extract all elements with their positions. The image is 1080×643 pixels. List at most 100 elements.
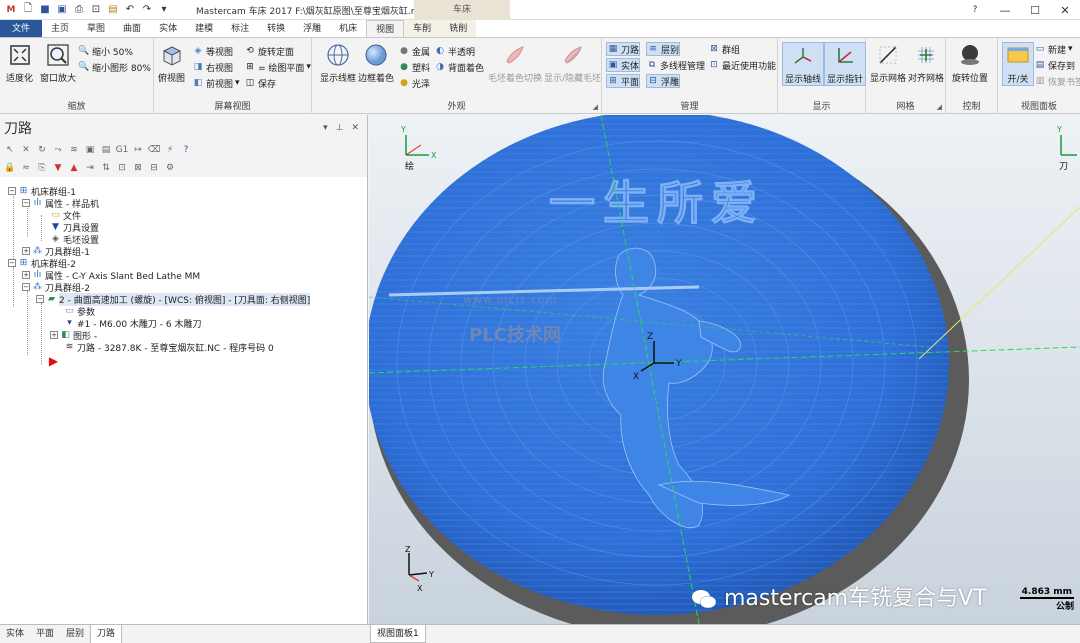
tree-node-toolpath[interactable]: ≋ 刀路 - 3287.8K - 至尊宝烟灰缸.NC - 程序号码 0 [64, 341, 274, 354]
translucent-button[interactable]: ◐ 半透明 [434, 44, 475, 58]
toggle-post-icon[interactable]: ⎘ [36, 162, 48, 174]
deselect-icon[interactable]: ✕ [20, 144, 32, 156]
new-viewsheet-button[interactable]: ▭ 新建 ▾ [1034, 42, 1073, 56]
tree-node-properties-2[interactable]: + ılı 属性 - C-Y Axis Slant Bed Lathe MM [22, 269, 200, 282]
tree-node-operation-2[interactable]: − ▰ 2 - 曲面高速加工 (螺旋) - [WCS: 俯视图] - [刀具面:… [36, 292, 311, 306]
toggle-display-icon[interactable]: ≈ [20, 162, 32, 174]
tab-toolpaths-manager[interactable]: 刀路 [90, 624, 123, 643]
panel-close-icon[interactable]: ✕ [351, 123, 359, 133]
tab-machine[interactable]: 机床 [330, 20, 366, 37]
tree-node-properties-1[interactable]: − ılı 属性 - 样品机 [22, 197, 99, 210]
expand-icon[interactable]: + [50, 331, 58, 339]
insert-arrow-icon[interactable]: ⇥ [84, 162, 96, 174]
level-manager-toggle[interactable]: ≡ 层别 [646, 42, 681, 56]
rotate-position-button[interactable]: 旋转位置 [952, 42, 988, 84]
print-icon[interactable]: ⎙ [72, 3, 86, 17]
group-manager-button[interactable]: ⊠ 群组 [708, 42, 740, 56]
relief-manager-toggle[interactable]: ⊟ 浮雕 [646, 74, 681, 88]
single-op-icon[interactable]: ⊡ [116, 162, 128, 174]
collapse-icon[interactable]: − [8, 187, 16, 195]
undo-icon[interactable]: ↶ [123, 3, 137, 17]
rotate-plane-button[interactable]: ⟲ 旋转定面 [244, 44, 294, 58]
tree-node-files[interactable]: ▭ 文件 [50, 209, 81, 222]
tree-node-parameters[interactable]: ▭ 参数 [64, 305, 95, 318]
toolpath-manager-toggle[interactable]: ▦ 刀路 [606, 42, 641, 56]
customize-qat-icon[interactable]: ▾ [157, 3, 171, 17]
expand-icon[interactable]: + [22, 247, 30, 255]
insert-arrow[interactable]: ▶ [48, 354, 59, 368]
maximize-button[interactable]: ☐ [1020, 0, 1050, 20]
highfeed-icon[interactable]: ↦ [132, 144, 144, 156]
stock-shade-toggle-button[interactable]: 毛坯着色切换 [488, 42, 542, 84]
pin-icon[interactable]: ⊥ [336, 123, 344, 133]
graphics-viewport[interactable]: 一生所爱 Z Y X Y X 绘 Y 刀 Z Y X www.plcjs.com… [369, 115, 1080, 624]
expand-icon[interactable]: + [22, 271, 30, 279]
tab-turning[interactable]: 车削 [404, 20, 441, 37]
settings-icon[interactable]: ⚙ [164, 162, 176, 174]
shrink-50-button[interactable]: 🔍 缩小 50% [78, 44, 132, 58]
tab-dimension[interactable]: 标注 [222, 20, 258, 37]
dialog-launcher-icon[interactable]: ◢ [937, 103, 942, 111]
show-grid-button[interactable]: 显示网格 [870, 42, 906, 84]
verify-icon[interactable]: ▣ [84, 144, 96, 156]
tab-file[interactable]: 文件 [0, 20, 43, 37]
window-zoom-button[interactable]: 窗口放大 [40, 42, 76, 84]
export-icon[interactable]: ▤ [106, 3, 120, 17]
metal-button[interactable]: ● 金属 [398, 44, 430, 58]
collapse-icon[interactable]: − [22, 199, 30, 207]
tab-sketch[interactable]: 草图 [78, 20, 114, 37]
recent-functions-button[interactable]: ⊡ 最近使用功能 [708, 58, 776, 72]
redo-icon[interactable]: ↷ [140, 3, 154, 17]
viewsheet-toggle-button[interactable]: 开/关 [1002, 42, 1034, 86]
delete-ops-icon[interactable]: ⌫ [148, 144, 161, 156]
back-shade-button[interactable]: ◑ 背面着色 [434, 60, 484, 74]
viewsheet-tab-1[interactable]: 视图面板1 [370, 625, 426, 643]
tree-node-machine-group-2[interactable]: − ⊞ 机床群组-2 [8, 257, 76, 270]
tree-node-toolpath-group-1[interactable]: + ⁂ 刀具群组-1 [22, 245, 90, 258]
panel-menu-icon[interactable]: ▾ [323, 123, 328, 133]
machine-sim-icon[interactable]: ⊟ [148, 162, 160, 174]
tree-node-tool-settings[interactable]: ▼ 刀具设置 [50, 221, 99, 234]
lock-toggle-icon[interactable]: ⚡ [164, 144, 176, 156]
tab-relief[interactable]: 浮雕 [294, 20, 330, 37]
tab-solid[interactable]: 实体 [150, 20, 186, 37]
print-preview-icon[interactable]: ⊡ [89, 3, 103, 17]
collapse-icon[interactable]: − [36, 295, 44, 303]
show-gnomon-button[interactable]: 显示指针 [824, 42, 867, 86]
select-all-icon[interactable]: ↖ [4, 144, 16, 156]
tab-surface[interactable]: 曲面 [114, 20, 150, 37]
save-to-button[interactable]: ▤ 保存到 [1034, 58, 1075, 72]
tree-node-tool[interactable]: ▾ #1 - M6.00 木雕刀 - 6 木雕刀 [64, 317, 201, 330]
close-button[interactable]: ✕ [1050, 0, 1080, 20]
dialog-launcher-icon[interactable]: ◢ [593, 103, 598, 111]
tab-view[interactable]: 视图 [366, 20, 405, 37]
tree-node-toolpath-group-2[interactable]: − ⁂ 刀具群组-2 [22, 281, 90, 294]
snap-grid-button[interactable]: 对齐网格 [908, 42, 944, 84]
backplot-icon[interactable]: ≋ [68, 144, 80, 156]
show-axes-button[interactable]: 显示轴线 [782, 42, 825, 86]
minimize-button[interactable]: — [990, 0, 1020, 20]
move-up-icon[interactable]: ▲ [68, 162, 80, 174]
simulate-icon[interactable]: ▤ [100, 144, 112, 156]
gloss-button[interactable]: ● 光泽 [398, 76, 430, 90]
tab-model[interactable]: 建模 [186, 20, 222, 37]
solid-manager-toggle[interactable]: ▣ 实体 [606, 58, 641, 72]
collapse-icon[interactable]: − [22, 283, 30, 291]
collapse-icon[interactable]: − [8, 259, 16, 267]
mark-icon[interactable]: ⊠ [132, 162, 144, 174]
tab-home[interactable]: 主页 [42, 20, 78, 37]
tree-node-stock-setup[interactable]: ◈ 毛坯设置 [50, 233, 99, 246]
plane-manager-toggle[interactable]: ⊞ 平面 [606, 74, 641, 88]
tree-node-machine-group-1[interactable]: − ⊞ 机床群组-1 [8, 185, 76, 198]
help-panel-icon[interactable]: ? [180, 144, 192, 156]
draw-plane-button[interactable]: ⊞ = 绘图平面 ▾ [244, 60, 311, 74]
regenerate-dirty-icon[interactable]: ⤳ [52, 144, 64, 156]
scroll-to-insert-icon[interactable]: ⇅ [100, 162, 112, 174]
iso-view-button[interactable]: ◈ 等视图 [192, 44, 233, 58]
show-wireframe-button[interactable]: 显示线框 [320, 42, 356, 84]
new-file-icon[interactable]: 🗋 [21, 3, 35, 17]
post-icon[interactable]: G1 [116, 144, 129, 156]
edge-shade-button[interactable]: 边框着色 [358, 42, 394, 84]
tab-levels-manager[interactable]: 层别 [60, 625, 90, 643]
front-view-button[interactable]: ◧ 前视图 ▾ [192, 76, 240, 90]
